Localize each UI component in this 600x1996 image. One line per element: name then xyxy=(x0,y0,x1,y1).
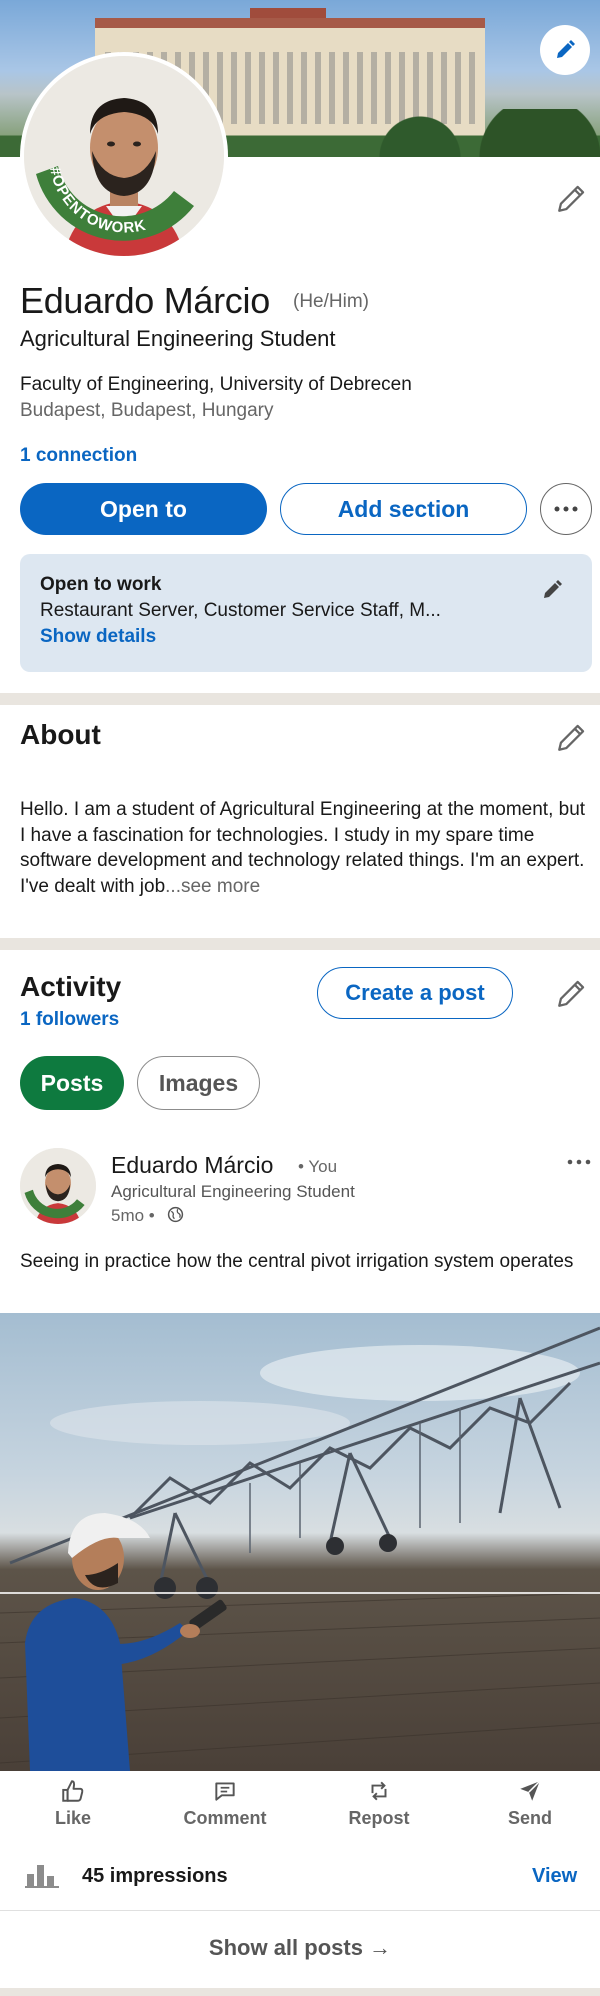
create-post-button[interactable]: Create a post xyxy=(317,967,513,1019)
comment-icon xyxy=(215,1782,235,1801)
like-icon xyxy=(62,1780,84,1802)
open-to-work-description: Restaurant Server, Customer Service Staf… xyxy=(40,600,441,621)
about-text: Hello. I am a student of Agricultural En… xyxy=(20,797,592,899)
repost-button[interactable]: Repost xyxy=(319,1778,439,1836)
edit-about-button[interactable] xyxy=(554,719,590,755)
repost-label: Repost xyxy=(348,1808,410,1828)
section-divider xyxy=(0,938,600,950)
open-to-button[interactable]: Open to xyxy=(20,483,267,535)
repost-icon xyxy=(371,1781,387,1801)
avatar-photo xyxy=(20,1148,96,1224)
post-author-avatar[interactable] xyxy=(20,1148,96,1224)
show-details-link[interactable]: Show details xyxy=(40,626,156,648)
edit-activity-button[interactable] xyxy=(554,975,590,1011)
comment-label: Comment xyxy=(183,1808,267,1828)
profile-education[interactable]: Faculty of Engineering, University of De… xyxy=(20,374,412,396)
followers-link[interactable]: 1 followers xyxy=(20,1009,119,1031)
about-title: About xyxy=(20,719,101,750)
about-body: Hello. I am a student of Agricultural En… xyxy=(20,799,586,897)
image-divider-line xyxy=(0,1592,600,1594)
more-options-button[interactable] xyxy=(540,483,592,535)
profile-name: Eduardo Márcio xyxy=(20,280,270,321)
profile-pronouns: (He/Him) xyxy=(293,291,369,312)
open-to-work-title: Open to work xyxy=(40,574,162,595)
post-author-name[interactable]: Eduardo Márcio xyxy=(111,1152,273,1179)
section-divider xyxy=(0,1988,600,1996)
more-options-icon xyxy=(554,506,578,512)
add-section-button[interactable]: Add section xyxy=(280,483,527,535)
profile-avatar[interactable]: #OPENTOWORK xyxy=(20,52,228,260)
activity-title: Activity xyxy=(20,971,122,1002)
see-more-link[interactable]: ...see more xyxy=(165,876,260,897)
send-icon xyxy=(520,1780,541,1801)
impressions-count[interactable]: 45 impressions xyxy=(82,1865,228,1888)
post-image[interactable] xyxy=(0,1313,600,1771)
post-menu-button[interactable] xyxy=(564,1152,594,1172)
profile-location: Budapest, Budapest, Hungary xyxy=(20,400,274,421)
send-label: Send xyxy=(507,1808,552,1828)
view-analytics-link[interactable]: View xyxy=(532,1865,577,1888)
more-options-icon xyxy=(567,1159,591,1165)
banner-edit-button[interactable] xyxy=(540,25,590,75)
pencil-icon xyxy=(557,40,575,58)
comment-button[interactable]: Comment xyxy=(165,1778,285,1836)
post-author-headline: Agricultural Engineering Student xyxy=(111,1182,355,1201)
edit-open-to-work-button[interactable] xyxy=(538,576,566,604)
pencil-icon xyxy=(558,185,585,212)
tab-images[interactable]: Images xyxy=(137,1056,260,1110)
like-label: Like xyxy=(54,1808,92,1828)
pencil-icon xyxy=(558,724,585,751)
avatar-photo: #OPENTOWORK xyxy=(24,56,224,256)
edit-profile-button[interactable] xyxy=(554,180,590,216)
show-all-posts-button[interactable]: Show all posts → xyxy=(0,1935,600,1961)
open-to-work-card[interactable]: Open to work Restaurant Server, Customer… xyxy=(20,554,592,672)
irrigation-photo xyxy=(0,1326,600,1771)
post-you-label: • You xyxy=(298,1157,338,1176)
send-button[interactable]: Send xyxy=(470,1778,590,1836)
tab-posts[interactable]: Posts xyxy=(20,1056,124,1110)
profile-headline: Agricultural Engineering Student xyxy=(20,326,336,351)
globe-icon xyxy=(167,1206,184,1223)
post-text: Seeing in practice how the central pivot… xyxy=(20,1251,574,1272)
connections-link[interactable]: 1 connection xyxy=(20,445,137,467)
post-timestamp: 5mo • xyxy=(111,1206,155,1225)
pencil-icon xyxy=(544,580,562,598)
like-button[interactable]: Like xyxy=(13,1778,133,1836)
section-divider xyxy=(0,693,600,705)
divider-line xyxy=(0,1910,600,1911)
analytics-icon xyxy=(25,1865,59,1888)
pencil-icon xyxy=(558,980,585,1007)
